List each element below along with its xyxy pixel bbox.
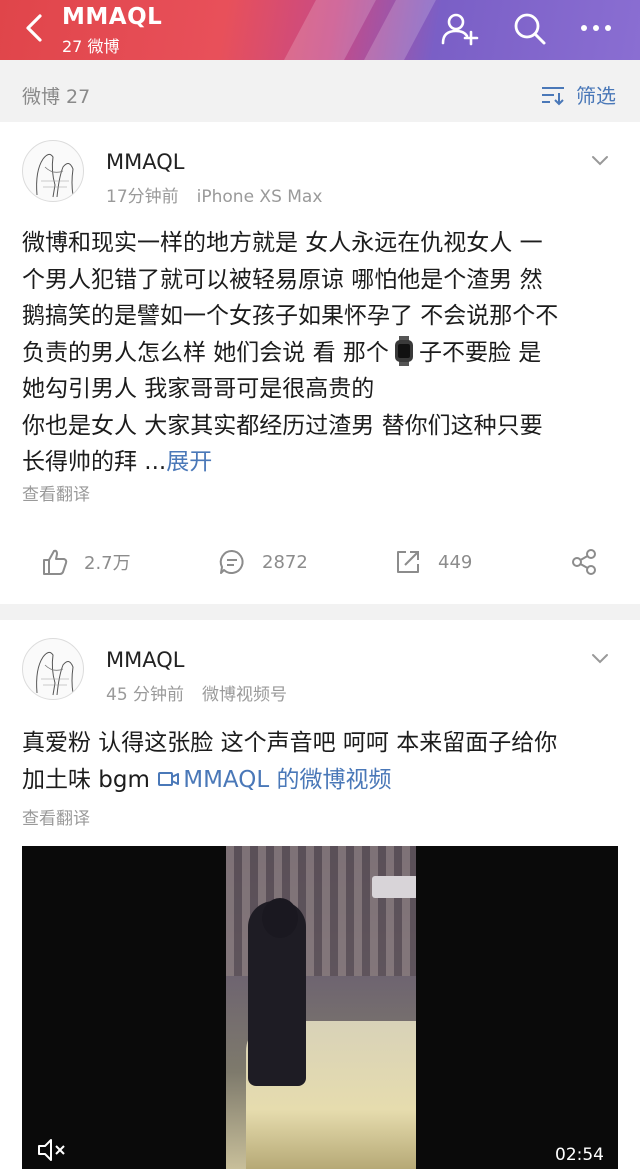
username[interactable]: MMAQL: [106, 648, 184, 672]
filter-bar: 微博 27 筛选: [0, 60, 640, 122]
share-button[interactable]: [570, 548, 614, 576]
post-text-line: 微博和现实一样的地方就是 女人永远在仇视女人 一: [22, 230, 543, 256]
video-duration: 02:54: [555, 1145, 604, 1165]
expand-link[interactable]: 展开: [166, 449, 212, 475]
repost-icon: [397, 551, 419, 573]
avatar[interactable]: [22, 638, 84, 700]
repost-count: 449: [438, 551, 473, 573]
watch-emoji-icon: [394, 335, 413, 366]
avatar[interactable]: [22, 140, 84, 202]
filter-button[interactable]: 筛选: [540, 80, 616, 109]
post-text-line: 负责的男人怎么样 她们会说 看 那个 子不要脸 是: [22, 335, 622, 372]
post-text-line: 你也是女人 大家其实都经历过渣男 替你们这种只要: [22, 412, 543, 439]
post-card: MMAQL 45 分钟前 微博视频号 真爱粉 认得这张脸 这个声音吧 呵呵 本来留…: [0, 620, 640, 1169]
post-text: 真爱粉 认得这张脸 这个声音吧 呵呵 本来留面子给你 加土味 bgm MMAQL…: [22, 725, 622, 798]
chevron-down-icon[interactable]: [590, 652, 610, 666]
comment-count: 2872: [262, 551, 308, 573]
back-arrow-icon[interactable]: [22, 11, 48, 45]
video-person-head: [262, 898, 298, 938]
translate-link[interactable]: 查看翻译: [22, 480, 90, 505]
post-text-line: 加土味 bgm MMAQL 的微博视频: [22, 762, 622, 799]
chevron-down-icon[interactable]: [590, 154, 610, 168]
post-time: 45 分钟前: [106, 685, 185, 705]
header-decoration: [364, 0, 436, 60]
repost-button[interactable]: 449: [394, 548, 472, 576]
mute-icon[interactable]: [36, 1137, 70, 1163]
post-action-bar: 2.7万 2872 449: [0, 542, 640, 586]
video-air-conditioner: [372, 876, 416, 898]
post-count: 27 微博: [62, 37, 120, 56]
post-source: 微博视频号: [202, 685, 288, 705]
post-text-segment: 加土味 bgm: [22, 766, 158, 793]
like-button[interactable]: 2.7万: [42, 548, 131, 576]
post-text-segment: 负责的男人怎么样 她们会说 看 那个: [22, 339, 389, 366]
video-link-label: MMAQL 的微博视频: [183, 766, 392, 793]
comment-button[interactable]: 2872: [218, 548, 308, 576]
header-decoration: [284, 0, 376, 60]
video-camera-icon: [158, 771, 180, 786]
avatar-sketch-icon: [36, 153, 74, 198]
post-text-line: 鹅搞笑的是譬如一个女孩子如果怀孕了 不会说那个不: [22, 303, 559, 329]
post-source: iPhone XS Max: [196, 187, 323, 207]
filter-label: 筛选: [576, 84, 616, 108]
post-text-line: 她勾引男人 我家哥哥可是很高贵的: [22, 376, 375, 402]
like-count: 2.7万: [84, 553, 131, 574]
video-link[interactable]: MMAQL 的微博视频: [157, 767, 391, 793]
post-text-line: 个男人犯错了就可以被轻易原谅 哪怕他是个渣男 然: [22, 266, 543, 293]
video-player[interactable]: 02:54: [22, 846, 618, 1169]
post-text-line: 真爱粉 认得这张脸 这个声音吧 呵呵 本来留面子给你: [22, 730, 558, 756]
thumbs-up-icon: [43, 549, 68, 575]
video-frame: [226, 846, 416, 1169]
profile-name: MMAQL: [62, 4, 163, 30]
post-meta: 45 分钟前 微博视频号: [106, 680, 287, 705]
post-time: 17分钟前: [106, 187, 179, 207]
comment-icon: [219, 549, 244, 574]
post-text-segment: 子不要脸 是: [418, 339, 542, 366]
post-text: 微博和现实一样的地方就是 女人永远在仇视女人 一 个男人犯错了就可以被轻易原谅 …: [22, 225, 622, 481]
more-icon[interactable]: [576, 10, 616, 48]
post-meta: 17分钟前 iPhone XS Max: [106, 182, 322, 207]
post-text-segment: 长得帅的拜 ...: [22, 449, 167, 475]
avatar-sketch-icon: [36, 651, 74, 696]
post-text-line: 长得帅的拜 ...展开: [22, 444, 622, 481]
username[interactable]: MMAQL: [106, 150, 184, 174]
add-user-icon[interactable]: [440, 10, 480, 48]
search-icon[interactable]: [510, 10, 550, 48]
weibo-count-label: 微博 27: [22, 86, 91, 108]
filter-icon: [542, 86, 564, 105]
translate-link[interactable]: 查看翻译: [22, 804, 90, 829]
top-nav-bar: MMAQL 27 微博: [0, 0, 640, 60]
share-icon: [572, 549, 596, 575]
post-card: MMAQL 17分钟前 iPhone XS Max 微博和现实一样的地方就是 女人…: [0, 122, 640, 604]
